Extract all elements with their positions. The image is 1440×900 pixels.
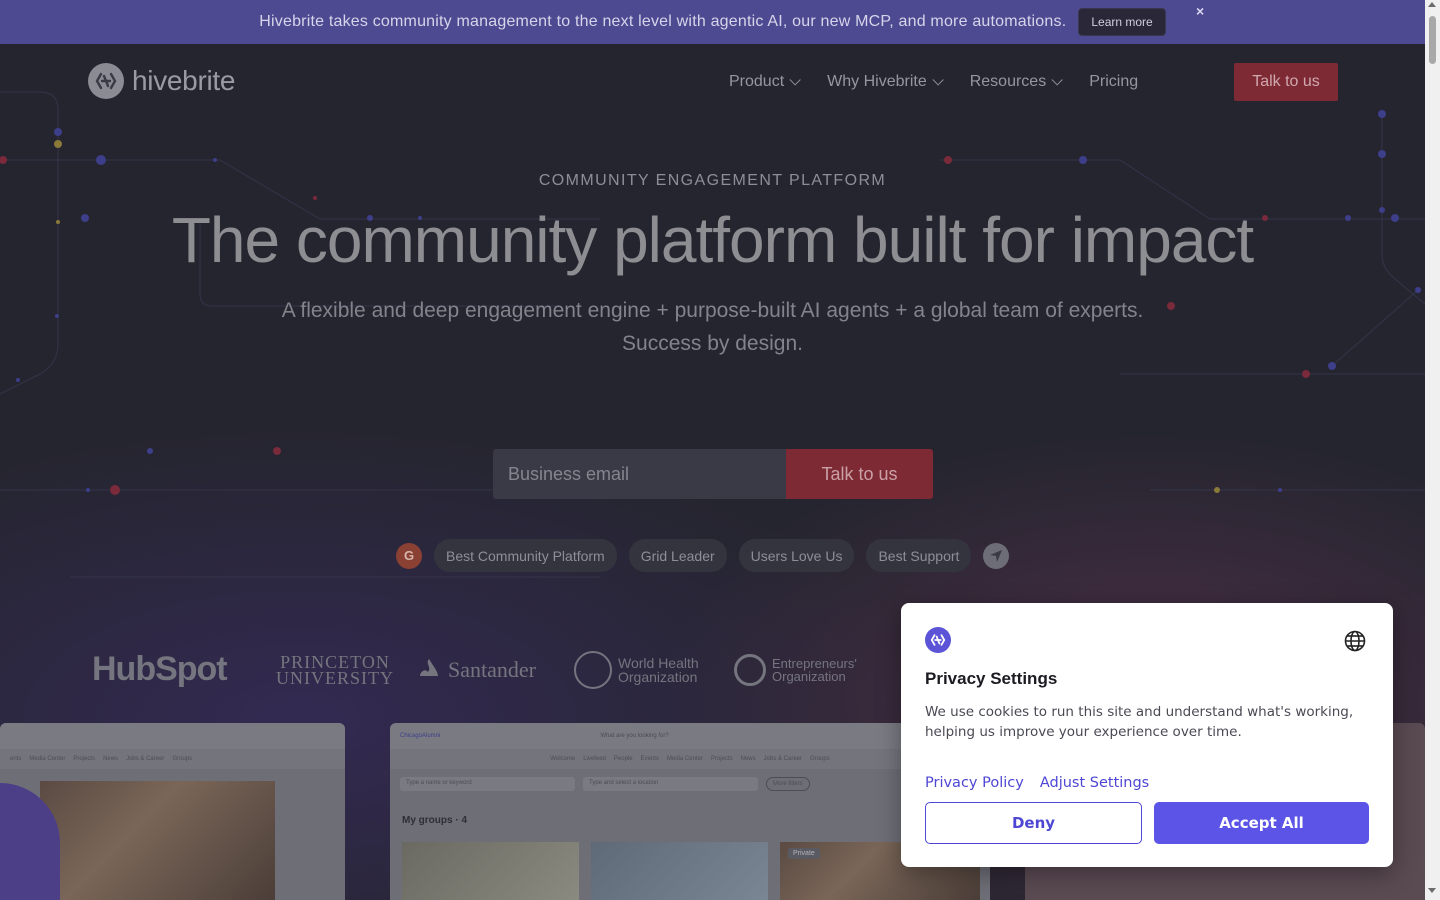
chevron-down-icon xyxy=(932,74,944,86)
product-screenshot-left: ents Media Center Projects News Jobs & C… xyxy=(0,723,345,900)
screenshot-nav: ents Media Center Projects News Jobs & C… xyxy=(0,749,345,769)
privacy-settings-title: Privacy Settings xyxy=(925,669,1058,688)
screenshot-nav-item: News xyxy=(103,756,119,762)
deny-button[interactable]: Deny xyxy=(925,802,1142,844)
hero-subline-line-1: A flexible and deep engagement engine + … xyxy=(281,299,1144,322)
talk-to-us-nav-button[interactable]: Talk to us xyxy=(1234,63,1338,101)
screenshot-nav-item: Projects xyxy=(710,756,733,762)
privacy-settings-modal: Privacy Settings We use cookies to run t… xyxy=(901,603,1393,867)
santander-wordmark: Santander xyxy=(448,656,536,682)
groups-count: 4 xyxy=(461,815,468,826)
hero-subline-line-2: Success by design. xyxy=(622,332,803,355)
screenshot-nav-item: Media Center xyxy=(29,756,66,762)
g2-icon: G xyxy=(396,542,422,569)
award-badges: G Best Community Platform Grid Leader Us… xyxy=(396,539,1010,572)
screenshot-nav-item: People xyxy=(613,756,633,762)
nav-item-label: Product xyxy=(729,73,785,90)
screenshot-nav-item: Events xyxy=(640,756,659,762)
adjust-settings-link[interactable]: Adjust Settings xyxy=(1040,775,1149,791)
customer-logos: HubSpot PRINCETON UNIVERSITY Santander W… xyxy=(92,650,894,689)
screenshot-nav-item: News xyxy=(740,756,756,762)
screenshot-nav-item: Jobs & Career xyxy=(126,756,165,762)
hivebrite-logo-icon xyxy=(925,627,951,653)
badge-best-support: Best Support xyxy=(866,539,972,572)
globe-language-icon[interactable] xyxy=(1344,630,1366,652)
privacy-settings-description: We use cookies to run this site and unde… xyxy=(925,704,1354,740)
nav-item-label: Why Hivebrite xyxy=(827,73,927,90)
screenshot-search: What are you looking for? xyxy=(600,733,669,739)
group-card-photo xyxy=(591,842,768,900)
screenshot-nav-item: Livefeed xyxy=(583,756,606,762)
groups-title: My groups xyxy=(402,815,453,826)
santander-logo: Santander xyxy=(416,657,574,683)
screenshot-toolbar: ChicagoAlumni What are you looking for? xyxy=(390,723,990,749)
who-logo: World Health Organization xyxy=(574,650,734,689)
group-card-photo xyxy=(402,842,579,900)
screenshot-nav-item: Media Center xyxy=(666,756,703,762)
page-scrollbar[interactable] xyxy=(1425,0,1440,900)
who-line-1: World Health xyxy=(618,654,699,671)
learn-more-button[interactable]: Learn more xyxy=(1078,8,1166,36)
business-email-input[interactable] xyxy=(493,449,786,499)
product-screenshot-middle: ChicagoAlumni What are you looking for? … xyxy=(390,723,990,900)
chevron-down-icon xyxy=(789,74,801,86)
scrollbar-thumb[interactable] xyxy=(1429,16,1436,64)
princeton-line-2: UNIVERSITY xyxy=(276,667,394,688)
announcement-text: Hivebrite takes community management to … xyxy=(259,13,1067,30)
screenshot-groups-heading: My groups · 4 xyxy=(402,815,468,826)
screenshot-nav-item: Welcome xyxy=(550,756,576,762)
people-photo xyxy=(40,781,275,900)
badge-users-love-us: Users Love Us xyxy=(738,539,855,572)
nav-item-pricing[interactable]: Pricing xyxy=(1089,73,1138,91)
capterra-icon xyxy=(983,542,1010,569)
screenshot-nav: Welcome Livefeed People Events Media Cen… xyxy=(390,749,990,769)
badge-best-community-platform: Best Community Platform xyxy=(434,539,617,572)
announcement-bar: Hivebrite takes community management to … xyxy=(0,0,1425,44)
eo-circle-icon xyxy=(734,653,766,686)
santander-flame-icon xyxy=(420,658,438,676)
hero-eyebrow: COMMUNITY ENGAGEMENT PLATFORM xyxy=(538,172,887,189)
scroll-down-arrow-icon[interactable] xyxy=(1428,888,1436,893)
screenshot-app-logo: ChicagoAlumni xyxy=(400,733,441,739)
main-nav: Product Why Hivebrite Resources Pricing xyxy=(729,63,1138,101)
eo-logo: Entrepreneurs' Organization xyxy=(734,653,894,686)
scroll-up-arrow-icon[interactable] xyxy=(1428,2,1436,7)
nav-item-product[interactable]: Product xyxy=(729,73,801,91)
nav-item-why-hivebrite[interactable]: Why Hivebrite xyxy=(827,73,944,91)
hivebrite-logo[interactable]: hivebrite xyxy=(88,63,235,99)
who-line-2: Organization xyxy=(618,668,698,685)
hubspot-logo: HubSpot xyxy=(92,650,228,688)
hero-headline: The community platform built for impact xyxy=(171,204,1254,276)
privacy-links: Privacy Policy Adjust Settings xyxy=(925,775,1149,791)
nav-item-label: Pricing xyxy=(1089,73,1139,90)
privacy-policy-link[interactable]: Privacy Policy xyxy=(925,775,1024,791)
screenshot-filters: Type a name or keyword Type and select a… xyxy=(400,777,810,791)
screenshot-filter-keyword: Type a name or keyword xyxy=(400,777,575,791)
logo-wordmark: hivebrite xyxy=(132,65,236,96)
screenshot-nav-item: Groups xyxy=(810,756,830,762)
private-badge: Private xyxy=(788,848,820,859)
screenshot-nav-item: Groups xyxy=(172,756,193,762)
email-signup-form: Talk to us xyxy=(493,449,933,499)
nav-item-resources[interactable]: Resources xyxy=(969,73,1063,91)
hivebrite-logo-icon xyxy=(88,63,124,99)
page: Hivebrite takes community management to … xyxy=(0,0,1425,900)
screenshot-more-filters: More filters xyxy=(766,777,810,791)
screenshot-filter-location: Type and select a location xyxy=(583,777,758,791)
eo-line-1: Entrepreneurs' xyxy=(772,655,857,671)
nav-item-label: Resources xyxy=(969,73,1047,90)
princeton-logo: PRINCETON UNIVERSITY xyxy=(254,653,416,688)
hero-subline: A flexible and deep engagement engine + … xyxy=(250,294,1175,360)
screenshot-nav-item: ents xyxy=(10,756,22,762)
accept-all-button[interactable]: Accept All xyxy=(1154,802,1369,844)
screenshot-nav-item: Projects xyxy=(73,756,96,762)
close-icon[interactable]: × xyxy=(1196,3,1204,19)
who-emblem-icon xyxy=(574,650,612,689)
badge-grid-leader: Grid Leader xyxy=(628,539,727,572)
screenshot-toolbar xyxy=(0,723,345,749)
eo-line-2: Organization xyxy=(772,668,846,684)
screenshot-nav-item: Jobs & Career xyxy=(763,756,803,762)
talk-to-us-button[interactable]: Talk to us xyxy=(786,449,933,499)
chevron-down-icon xyxy=(1051,74,1063,86)
